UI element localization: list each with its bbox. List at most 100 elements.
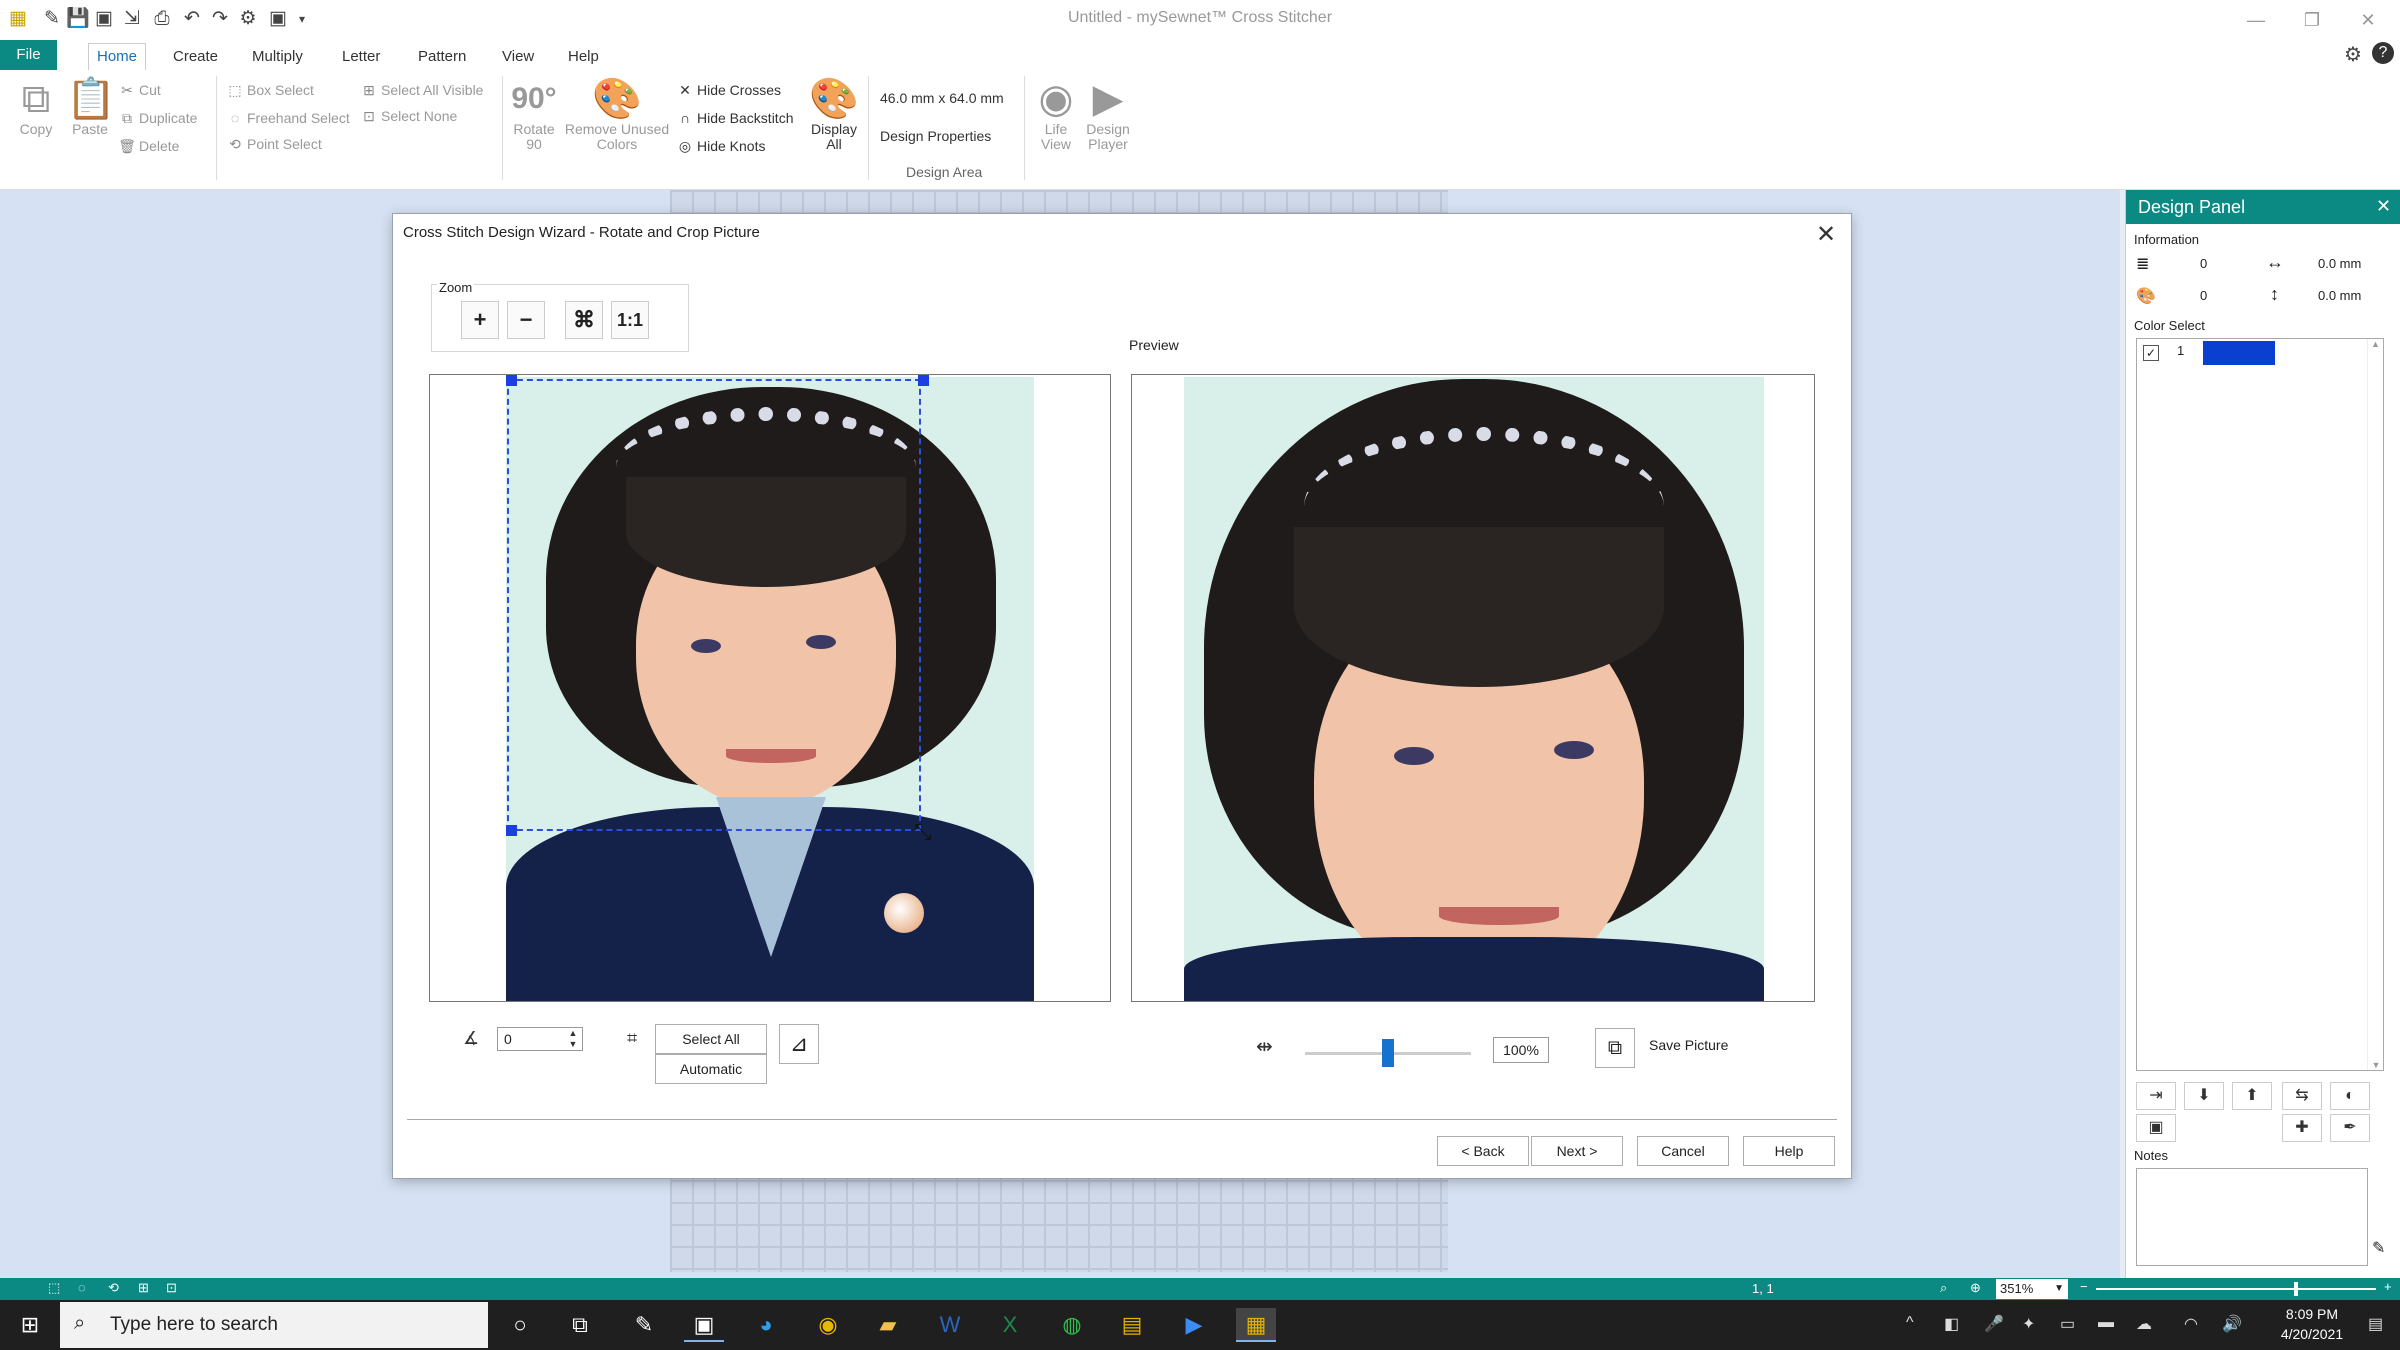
zoom-icon[interactable]: ⌕ [1940, 1280, 1947, 1296]
excel-icon[interactable]: X [990, 1308, 1030, 1342]
paste-button[interactable]: 📋 Paste [66, 76, 116, 137]
design-player-button[interactable]: ▶ Design Player [1082, 76, 1134, 152]
windows-start-icon[interactable]: ⊞ [10, 1308, 50, 1342]
cross-stitcher-icon[interactable]: ▦ [1236, 1308, 1276, 1342]
help-icon[interactable]: ? [2372, 42, 2394, 64]
copy-button[interactable]: ⧉ Copy [12, 76, 60, 137]
back-button[interactable]: < Back [1437, 1136, 1529, 1166]
restore-icon[interactable]: ❐ [2292, 4, 2332, 36]
crop-handle[interactable] [918, 375, 929, 386]
minimize-icon[interactable]: — [2236, 4, 2276, 36]
close-icon[interactable]: ✕ [1811, 220, 1841, 249]
actual-size-button[interactable]: 1:1 [611, 301, 649, 339]
notes-field[interactable] [2136, 1168, 2368, 1266]
fit-to-window-icon[interactable]: ⌘ [565, 301, 603, 339]
fit-width-icon[interactable]: ⇹ [1256, 1034, 1273, 1059]
clock-time[interactable]: 8:09 PM [2272, 1306, 2352, 1322]
swap-color-icon[interactable]: ⇆ [2282, 1082, 2322, 1110]
hide-crosses-button[interactable]: ✕ Hide Crosses [676, 78, 781, 102]
design-properties-button[interactable]: Design Properties [880, 124, 991, 148]
box-select-button[interactable]: ⬚ Box Select [226, 78, 314, 102]
duplicate-button[interactable]: ⧉ Duplicate [118, 106, 197, 130]
task-view-icon[interactable]: ⧉ [560, 1308, 600, 1342]
crop-rectangle[interactable] [507, 379, 921, 831]
zoom-slider-thumb[interactable] [2294, 1282, 2298, 1296]
eyedropper-icon[interactable]: ✒ [2330, 1114, 2370, 1142]
app-icon[interactable]: ✎ [624, 1308, 664, 1342]
onedrive-icon[interactable]: ☁ [2136, 1314, 2152, 1334]
grid-select-icon[interactable]: ⊡ [166, 1280, 177, 1296]
select-all-visible-button[interactable]: ⊞ Select All Visible [360, 78, 483, 102]
add-color-icon[interactable]: ⇥ [2136, 1082, 2176, 1110]
battery-icon[interactable]: ▭ [2060, 1314, 2075, 1334]
taskbar-search[interactable]: Type here to search [60, 1302, 488, 1348]
cancel-button[interactable]: Cancel [1637, 1136, 1729, 1166]
color-info-icon[interactable]: ▣ [2136, 1114, 2176, 1142]
display-all-button[interactable]: 🎨 Display All [808, 76, 860, 152]
list-item[interactable]: ✓ 1 [2139, 339, 2365, 369]
app-icon[interactable]: ▤ [1112, 1308, 1152, 1342]
crop-handle[interactable] [506, 825, 517, 836]
hide-knots-button[interactable]: ◎ Hide Knots [676, 134, 766, 158]
app-icon[interactable]: ◍ [1052, 1308, 1092, 1342]
zoom-out-icon[interactable]: − [507, 301, 545, 339]
life-view-button[interactable]: ◉ Life View [1032, 76, 1080, 152]
network-icon[interactable]: ▬ [2098, 1314, 2114, 1332]
spinner-arrows-icon[interactable]: ▲ ▼ [565, 1028, 581, 1050]
wifi-icon[interactable]: ◠ [2184, 1314, 2198, 1334]
next-button[interactable]: Next > [1531, 1136, 1623, 1166]
tab-multiply[interactable]: Multiply [244, 44, 311, 70]
file-menu[interactable]: File [0, 40, 57, 70]
chrome-icon[interactable]: ◉ [808, 1308, 848, 1342]
crop-picture-area[interactable]: ⤡ [429, 374, 1111, 1002]
color-list[interactable]: ✓ 1 ▲ ▼ [2136, 338, 2384, 1071]
grid-icon[interactable]: ⊞ [138, 1280, 149, 1296]
notifications-icon[interactable]: ▤ [2368, 1314, 2383, 1334]
tab-help[interactable]: Help [560, 44, 607, 70]
tab-pattern[interactable]: Pattern [410, 44, 474, 70]
zoom-select[interactable]: 351% ▼ [1996, 1279, 2068, 1299]
point-select-button[interactable]: ⟲ Point Select [226, 132, 322, 156]
save-picture-icon[interactable]: ⧉ [1595, 1028, 1635, 1068]
replace-color-icon[interactable]: ◐ [2330, 1082, 2370, 1110]
zoom-slider[interactable] [2096, 1288, 2376, 1290]
tab-home[interactable]: Home [88, 43, 147, 71]
edit-notes-icon[interactable]: ✎ [2372, 1238, 2385, 1258]
select-none-button[interactable]: ⊡ Select None [360, 104, 457, 128]
microphone-icon[interactable]: 🎤 [1984, 1314, 2004, 1334]
cortana-icon[interactable]: ○ [500, 1308, 540, 1342]
point-icon[interactable]: ⟲ [108, 1280, 119, 1296]
dropbox-icon[interactable]: ✦ [2022, 1314, 2035, 1334]
tab-view[interactable]: View [494, 44, 542, 70]
word-icon[interactable]: W [930, 1308, 970, 1342]
zoom-app-icon[interactable]: ▶ [1174, 1308, 1214, 1342]
scrollbar[interactable]: ▲ ▼ [2367, 339, 2383, 1070]
close-icon[interactable]: ✕ [2376, 196, 2391, 217]
zoom-out-icon[interactable]: − [2080, 1279, 2088, 1294]
file-explorer-icon[interactable]: ▰ [868, 1308, 908, 1342]
freehand-select-button[interactable]: ◌ Freehand Select [226, 106, 350, 130]
rotate-90-button[interactable]: 90° Rotate 90 [510, 76, 558, 152]
save-picture-label[interactable]: Save Picture [1649, 1037, 1728, 1053]
select-icon[interactable]: ⬚ [48, 1280, 60, 1296]
account-icon[interactable]: ⚙ [2344, 42, 2362, 67]
tab-letter[interactable]: Letter [334, 44, 388, 70]
cut-button[interactable]: ✂ Cut [118, 78, 161, 102]
crop-handle[interactable] [506, 375, 517, 386]
add-palette-icon[interactable]: ✚ [2282, 1114, 2322, 1142]
close-icon[interactable]: ✕ [2348, 4, 2388, 36]
lasso-icon[interactable]: ◌ [78, 1280, 86, 1295]
zoom-in-icon[interactable]: + [2384, 1279, 2392, 1294]
zoom-in-icon[interactable]: + [461, 301, 499, 339]
fit-icon[interactable]: ⊕ [1970, 1280, 1981, 1296]
tray-icon[interactable]: ◧ [1944, 1314, 1959, 1334]
hide-backstitch-button[interactable]: ∩ Hide Backstitch [676, 106, 794, 130]
help-button[interactable]: Help [1743, 1136, 1835, 1166]
select-all-button[interactable]: Select All [655, 1024, 767, 1054]
move-up-icon[interactable]: ⬆ [2232, 1082, 2272, 1110]
color-checkbox[interactable]: ✓ [2143, 345, 2159, 361]
tab-create[interactable]: Create [165, 44, 226, 70]
move-down-icon[interactable]: ⬇ [2184, 1082, 2224, 1110]
edge-icon[interactable]: ◕ [746, 1308, 786, 1342]
zoom-percent-field[interactable]: 100% [1493, 1037, 1549, 1063]
